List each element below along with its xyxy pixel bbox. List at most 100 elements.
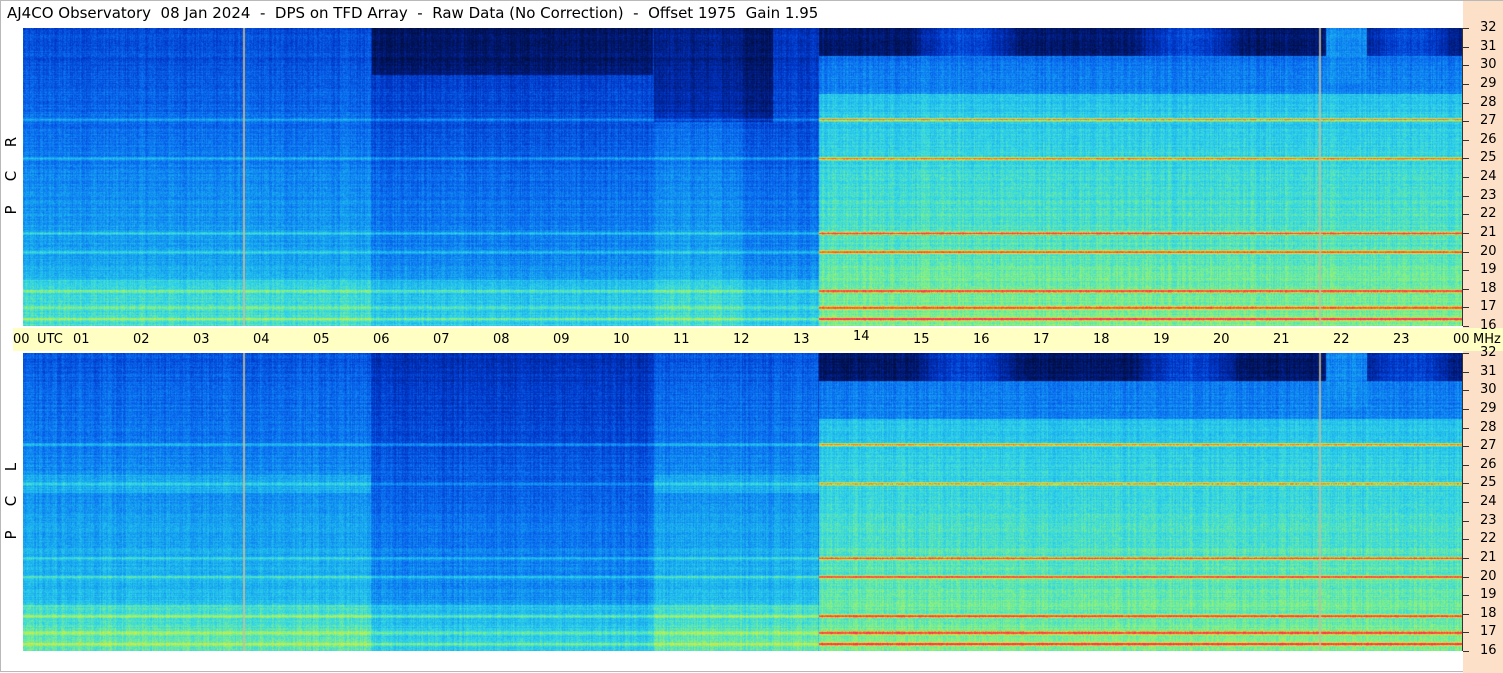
frequency-tick-label: 22 (1480, 531, 1497, 547)
frequency-tick-label: 30 (1480, 57, 1497, 73)
chart-title: AJ4CO Observatory 08 Jan 2024 - DPS on T… (7, 4, 819, 22)
time-tick-label: 16 (973, 332, 990, 347)
frequency-tick-label: 24 (1480, 494, 1497, 509)
frequency-tick-mark (1463, 446, 1469, 447)
frequency-tick-label: 18 (1480, 605, 1497, 621)
frequency-tick-mark (1463, 65, 1469, 66)
frequency-tick-mark (1463, 502, 1469, 503)
time-tick-label: 00 (13, 332, 30, 347)
time-tick-label: 14 (853, 329, 870, 344)
time-tick-label: 13 (793, 332, 810, 347)
time-tick-label: 00 (1453, 332, 1470, 347)
frequency-tick-label: 25 (1480, 150, 1497, 166)
time-tick-label: 06 (373, 332, 390, 347)
frequency-tick-label: 27 (1480, 113, 1497, 129)
frequency-tick-label: 27 (1480, 438, 1497, 454)
frequency-tick-mark (1463, 651, 1469, 652)
frequency-tick-mark (1463, 307, 1469, 308)
time-tick-label: 20 (1213, 332, 1230, 347)
time-tick-label: 05 (313, 332, 330, 347)
frequency-tick-label: 29 (1480, 400, 1497, 416)
time-tick-label: 10 (613, 332, 630, 347)
frequency-tick-mark (1463, 121, 1469, 122)
frequency-tick-mark (1463, 196, 1469, 197)
frequency-tick-mark (1463, 465, 1469, 466)
time-tick-label: 17 (1033, 332, 1050, 347)
frequency-tick-label: 18 (1480, 280, 1497, 296)
frequency-tick-mark (1463, 177, 1469, 178)
frequency-tick-mark (1463, 84, 1469, 85)
frequency-tick-mark (1463, 483, 1469, 484)
frequency-tick-mark (1463, 558, 1469, 559)
frequency-tick-mark (1463, 632, 1469, 633)
frequency-tick-label: 23 (1480, 512, 1497, 528)
frequency-tick-mark (1463, 140, 1469, 141)
frequency-tick-label: 19 (1480, 262, 1497, 278)
polarization-letter: C (2, 495, 20, 507)
frequency-tick-mark (1463, 353, 1469, 354)
frequency-tick-mark (1463, 595, 1469, 596)
frequency-tick-label: 31 (1480, 38, 1497, 54)
frequency-tick-mark (1463, 521, 1469, 522)
frequency-tick-mark (1463, 289, 1469, 290)
frequency-tick-mark (1463, 47, 1469, 48)
time-tick-label: 22 (1333, 332, 1350, 347)
frequency-tick-mark (1463, 270, 1469, 271)
frequency-tick-mark (1463, 158, 1469, 159)
frequency-tick-label: 25 (1480, 475, 1497, 491)
polarization-letter: C (2, 170, 20, 182)
frequency-tick-mark (1463, 409, 1469, 410)
frequency-tick-label: 29 (1480, 75, 1497, 91)
frequency-tick-label: 28 (1480, 94, 1497, 110)
frequency-tick-label: 22 (1480, 206, 1497, 222)
bottom-panel-spectrogram (23, 353, 1463, 651)
frequency-tick-label: 30 (1480, 382, 1497, 398)
time-tick-label: 15 (913, 332, 930, 347)
time-tick-label: 21 (1273, 332, 1290, 347)
time-tick-label: 01 (73, 332, 90, 347)
frequency-tick-label: 26 (1480, 456, 1497, 472)
frequency-tick-label: 17 (1480, 299, 1497, 315)
frequency-tick-mark (1463, 214, 1469, 215)
time-tick-label: 23 (1393, 332, 1410, 347)
frequency-tick-label: 24 (1480, 169, 1497, 184)
time-tick-label: 09 (553, 332, 570, 347)
spectrogram-chart: AJ4CO Observatory 08 Jan 2024 - DPS on T… (0, 0, 1503, 673)
frequency-tick-mark (1463, 390, 1469, 391)
polarization-letter: L (2, 462, 20, 472)
frequency-tick-label: 19 (1480, 587, 1497, 603)
frequency-tick-label: 32 (1480, 345, 1497, 360)
polarization-letter: P (2, 530, 20, 540)
frequency-tick-mark (1463, 372, 1469, 373)
frequency-tick-mark (1463, 539, 1469, 540)
frequency-tick-label: 23 (1480, 187, 1497, 203)
time-tick-label: 08 (493, 332, 510, 347)
frequency-tick-label: 28 (1480, 419, 1497, 435)
frequency-tick-label: 21 (1480, 549, 1497, 565)
utc-unit-label: UTC (37, 332, 63, 347)
frequency-tick-label: 20 (1480, 568, 1497, 584)
frequency-tick-mark (1463, 428, 1469, 429)
time-tick-label: 07 (433, 332, 450, 347)
time-tick-label: 03 (193, 332, 210, 347)
polarization-letter: R (2, 136, 20, 148)
frequency-tick-mark (1463, 577, 1469, 578)
time-tick-label: 12 (733, 332, 750, 347)
time-tick-label: 11 (673, 332, 690, 347)
frequency-tick-mark (1463, 614, 1469, 615)
frequency-tick-mark (1463, 233, 1469, 234)
frequency-tick-label: 31 (1480, 363, 1497, 379)
top-panel-spectrogram (23, 28, 1463, 326)
polarization-letter: P (2, 205, 20, 215)
frequency-tick-label: 21 (1480, 224, 1497, 240)
frequency-tick-label: 20 (1480, 243, 1497, 259)
frequency-tick-mark (1463, 326, 1469, 327)
frequency-tick-mark (1463, 103, 1469, 104)
frequency-tick-mark (1463, 28, 1469, 29)
time-tick-label: 19 (1153, 332, 1170, 347)
frequency-tick-label: 16 (1480, 318, 1497, 333)
frequency-tick-mark (1463, 252, 1469, 253)
frequency-tick-label: 26 (1480, 131, 1497, 147)
time-tick-label: 02 (133, 332, 150, 347)
frequency-tick-label: 17 (1480, 624, 1497, 640)
